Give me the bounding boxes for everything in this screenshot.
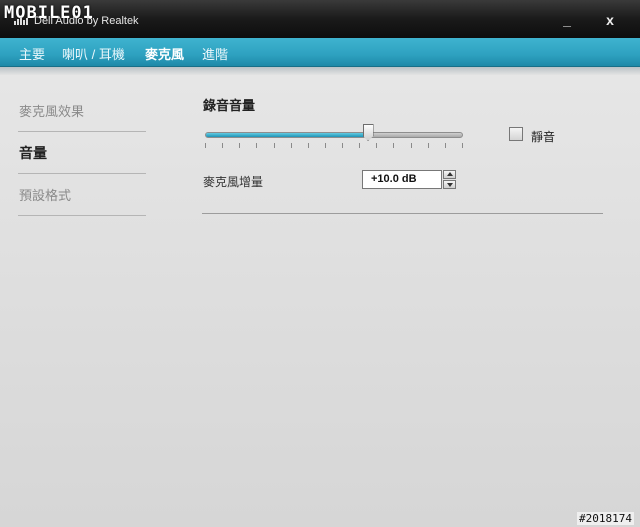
sidebar-divider [18, 173, 146, 174]
content-divider [202, 213, 603, 214]
tab-main[interactable]: 主要 [19, 44, 45, 63]
minimize-button[interactable]: _ [556, 10, 578, 30]
mic-boost-field[interactable]: +10.0 dB [362, 170, 442, 189]
section-title: 錄音音量 [203, 98, 256, 113]
sidebar-item-mic-effects[interactable]: 麥克風效果 [19, 101, 84, 120]
slider-tick [222, 143, 223, 148]
slider-tick [393, 143, 394, 148]
slider-tick [308, 143, 309, 148]
app-title: Dell Audio by Realtek [34, 15, 139, 27]
slider-tick [376, 143, 377, 148]
post-id: #2018174 [577, 512, 634, 525]
boost-decrease-button[interactable] [443, 180, 456, 189]
close-button[interactable]: x [599, 10, 621, 30]
slider-tick [325, 143, 326, 148]
sidebar-divider [18, 131, 146, 132]
slider-tick [428, 143, 429, 148]
sidebar-divider [18, 215, 146, 216]
slider-tick [205, 143, 206, 148]
slider-tick [342, 143, 343, 148]
tab-microphone[interactable]: 麥克風 [145, 44, 184, 63]
tab-speakers-headphones[interactable]: 喇叭 / 耳機 [62, 44, 125, 63]
recording-volume-slider[interactable] [205, 132, 463, 138]
slider-tick [445, 143, 446, 148]
sidebar-item-default-format[interactable]: 預設格式 [19, 185, 71, 204]
slider-tick [256, 143, 257, 148]
slider-ticks [205, 143, 463, 148]
slider-tick [411, 143, 412, 148]
slider-fill [206, 133, 368, 137]
title-bar: MOBILE01 Dell Audio by Realtek _ x [0, 0, 640, 38]
slider-tick [239, 143, 240, 148]
equalizer-icon [14, 17, 28, 25]
boost-increase-button[interactable] [443, 170, 456, 179]
mute-checkbox[interactable] [509, 127, 523, 141]
sidebar-item-volume[interactable]: 音量 [19, 143, 47, 163]
slider-tick [291, 143, 292, 148]
mute-label: 靜音 [531, 130, 556, 144]
slider-tick [462, 143, 463, 148]
mic-boost-label: 麥克風增量 [203, 175, 264, 189]
slider-tick [359, 143, 360, 148]
tab-bar: 主要 喇叭 / 耳機 麥克風 進階 [0, 38, 640, 67]
nav-shadow [0, 67, 640, 75]
tab-advanced[interactable]: 進階 [202, 44, 228, 63]
slider-tick [274, 143, 275, 148]
